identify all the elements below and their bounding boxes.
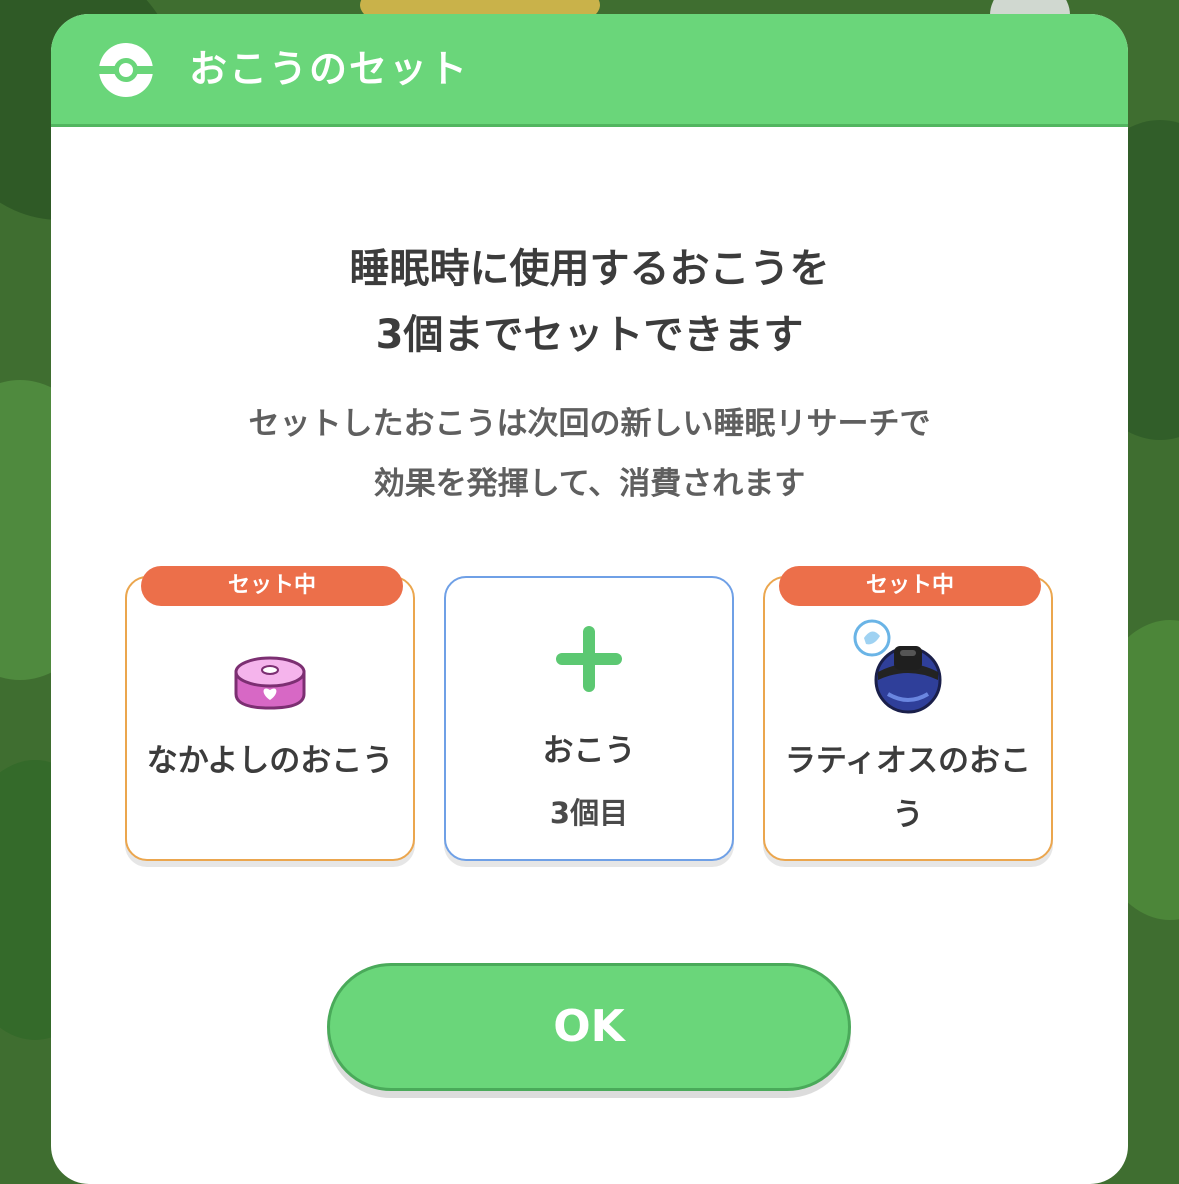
latios-incense-icon	[853, 619, 942, 714]
incense-name: おこう	[542, 733, 636, 769]
set-badge: セット中	[141, 566, 403, 606]
incense-slot-2[interactable]: おこう 3個目	[444, 576, 734, 861]
headline-line-1: 睡眠時に使用するおこうを	[349, 246, 830, 292]
dialog-title: おこうのセット	[189, 47, 470, 91]
incense-name: ラティオスのおこう	[784, 743, 1032, 833]
description: セットしたおこうは次回の新しい睡眠リサーチで 効果を発揮して、消費されます	[51, 394, 1128, 514]
incense-slot-1[interactable]: セット中 なかよしのおこう	[125, 566, 415, 861]
slot-count: 3個目	[549, 796, 629, 830]
pink-incense-icon	[234, 656, 306, 710]
ok-button[interactable]: OK	[327, 963, 851, 1091]
description-line-2: 効果を発揮して、消費されます	[373, 466, 806, 502]
plus-icon	[556, 626, 622, 692]
poke-ball-icon	[99, 43, 153, 97]
incense-slot-3[interactable]: セット中 ラティオスのおこう	[763, 566, 1053, 861]
incense-name: なかよしのおこう	[146, 743, 394, 779]
incense-set-dialog: おこうのセット 睡眠時に使用するおこうを 3個までセットできます セットしたおこ…	[51, 14, 1128, 1184]
description-line-1: セットしたおこうは次回の新しい睡眠リサーチで	[248, 406, 931, 442]
dialog-header: おこうのセット	[51, 14, 1128, 127]
headline: 睡眠時に使用するおこうを 3個までセットできます	[51, 236, 1128, 368]
headline-line-2: 3個までセットできます	[375, 312, 804, 358]
set-badge: セット中	[779, 566, 1041, 606]
